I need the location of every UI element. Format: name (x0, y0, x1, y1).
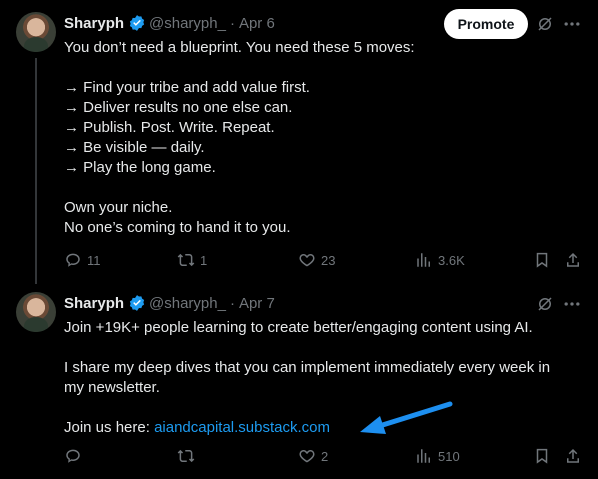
post-line: You don’t need a blueprint. You need the… (64, 39, 415, 56)
post-header: Sharyph @sharyph_ · Apr 7 (64, 293, 275, 313)
like-button[interactable]: 23 (298, 251, 335, 269)
like-icon (299, 450, 315, 463)
post-line: → Find your tribe and add value first. (64, 79, 310, 96)
views-button[interactable]: 3.6K (415, 251, 465, 269)
bookmark-button[interactable] (533, 447, 551, 465)
views-count: 510 (438, 448, 460, 464)
author-name[interactable]: Sharyph (64, 15, 124, 32)
join-line: Join us here: aiandcapital.substack.com (64, 418, 584, 438)
post-line: Own your niche. (64, 199, 173, 216)
reply-count: 11 (87, 252, 101, 268)
views-icon (417, 449, 430, 463)
grok-icon[interactable] (536, 15, 554, 33)
post-line: No one’s coming to hand it to you. (64, 219, 291, 236)
share-icon (567, 448, 579, 463)
post-date[interactable]: Apr 6 (239, 15, 275, 32)
post-date[interactable]: Apr 7 (239, 295, 275, 312)
post-line (64, 338, 584, 358)
author-name[interactable]: Sharyph (64, 295, 124, 312)
bookmark-icon (536, 252, 548, 268)
grok-icon[interactable] (536, 295, 554, 313)
post-1[interactable]: Sharyph @sharyph_ · Apr 6 Promote You do… (0, 0, 598, 288)
like-icon (299, 254, 315, 267)
like-button[interactable]: 2 (298, 447, 328, 465)
post-2[interactable]: Sharyph @sharyph_ · Apr 7 Join +19K+ peo… (0, 288, 598, 479)
share-button[interactable] (564, 447, 582, 465)
bookmark-icon (536, 448, 548, 464)
post-text: You don’t need a blueprint. You need the… (64, 38, 584, 238)
join-text: Join us here: (64, 419, 155, 436)
author-handle[interactable]: @sharyph_ (149, 15, 226, 32)
post-text: Join +19K+ people learning to create bet… (64, 318, 584, 438)
thread-connector-line (35, 58, 37, 284)
post-actions: 11 1 23 3.6K (64, 251, 584, 271)
arrow-annotation (360, 401, 453, 434)
like-count: 23 (321, 252, 336, 268)
avatar[interactable] (16, 292, 56, 332)
views-count: 3.6K (438, 252, 465, 268)
post-line: my newsletter. (64, 379, 160, 396)
post-line (64, 178, 584, 198)
more-icon[interactable] (562, 14, 582, 34)
post-line: → Deliver results no one else can. (64, 99, 293, 116)
verified-badge-icon (129, 15, 145, 31)
separator-dot: · (229, 14, 235, 32)
post-line (64, 58, 584, 78)
avatar[interactable] (16, 12, 56, 52)
reply-button[interactable]: 11 (64, 251, 101, 269)
bookmark-button[interactable] (533, 251, 551, 269)
post-header: Sharyph @sharyph_ · Apr 6 (64, 13, 275, 33)
share-button[interactable] (564, 251, 582, 269)
post-line: → Be visible — daily. (64, 139, 205, 156)
post-line (64, 398, 584, 418)
repost-icon (177, 449, 195, 463)
verified-badge-icon (129, 295, 145, 311)
repost-count: 1 (200, 252, 208, 268)
separator-dot: · (229, 294, 235, 312)
views-icon (417, 253, 430, 267)
post-line: → Play the long game. (64, 159, 216, 176)
post-actions: 2 510 (64, 447, 584, 467)
views-button[interactable]: 510 (415, 447, 460, 465)
repost-icon (177, 253, 195, 267)
repost-button[interactable]: 1 (177, 251, 207, 269)
more-icon[interactable] (562, 294, 582, 314)
share-icon (567, 252, 579, 267)
promote-button[interactable]: Promote (444, 9, 528, 39)
post-line: I share my deep dives that you can imple… (64, 359, 551, 376)
post-line: Join +19K+ people learning to create bet… (64, 319, 533, 336)
reply-icon (66, 253, 80, 267)
author-handle[interactable]: @sharyph_ (149, 295, 226, 312)
reply-icon (66, 449, 80, 463)
post-line: → Publish. Post. Write. Repeat. (64, 119, 275, 136)
like-count: 2 (321, 448, 329, 464)
repost-button[interactable] (177, 447, 200, 465)
reply-button[interactable] (64, 447, 87, 465)
newsletter-link[interactable]: aiandcapital.substack.com (154, 419, 330, 436)
